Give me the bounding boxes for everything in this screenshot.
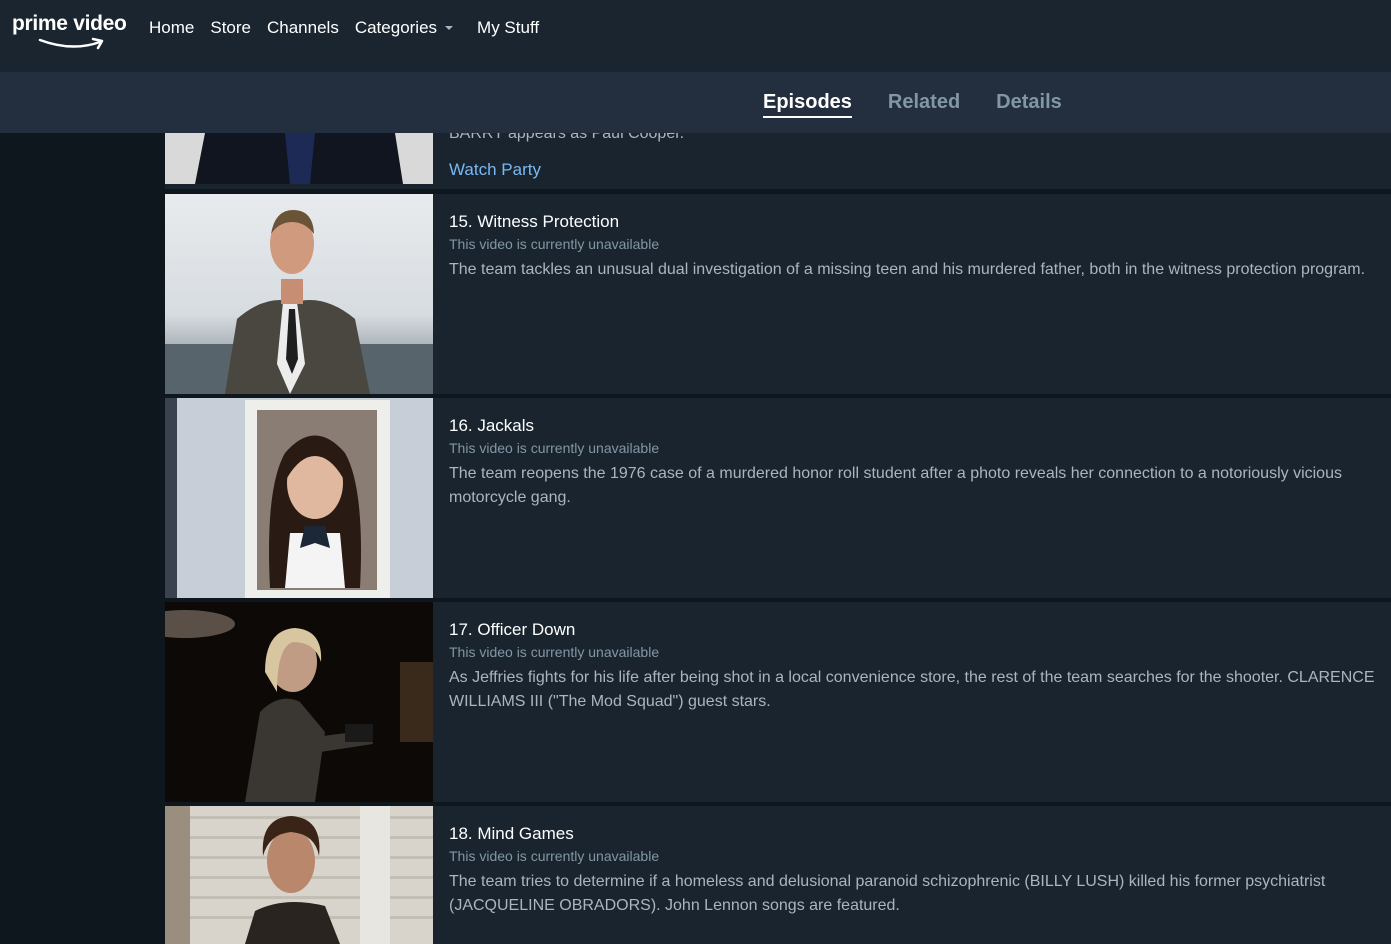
episode-row: 15. Witness Protection This video is cur… [165,194,1391,394]
episode-thumbnail[interactable] [165,194,433,394]
episode-description: The team tackles an unusual dual investi… [449,261,1366,278]
nav-home[interactable]: Home [149,18,194,38]
tab-related[interactable]: Related [888,91,960,118]
nav-store[interactable]: Store [210,18,251,38]
smile-arrow-icon [38,37,104,50]
nav-my-stuff[interactable]: My Stuff [477,18,539,38]
episode-description: The team tries to determine if a homeles… [449,873,1326,914]
episode-list: 15. Witness Protection This video is cur… [165,0,1391,944]
chevron-down-icon [445,26,454,30]
detail-tabs-bar: Episodes Related Details [0,72,1391,133]
episode-status: This video is currently unavailable [449,644,660,660]
nav-categories-label: Categories [354,18,438,37]
tab-details[interactable]: Details [996,91,1062,118]
detail-tabs: Episodes Related Details [763,91,1098,118]
tab-episodes[interactable]: Episodes [763,91,852,118]
episode-status: This video is currently unavailable [449,440,660,456]
episode-status: This video is currently unavailable [449,848,660,864]
episode-title[interactable]: 15. Witness Protection [449,212,619,232]
top-navigation: prime video Home Store Channels Categori… [0,0,1391,72]
nav-links: Home Store Channels Categories My Stuff [149,18,555,38]
episode-title[interactable]: 17. Officer Down [449,620,575,640]
episode-description: The team reopens the 1976 case of a murd… [449,465,1342,506]
nav-channels[interactable]: Channels [267,18,339,38]
episode-row: 17. Officer Down This video is currently… [165,602,1391,802]
episode-thumbnail[interactable] [165,398,433,598]
episode-thumbnail[interactable] [165,602,433,802]
prime-video-logo[interactable]: prime video [12,12,130,52]
episode-status: This video is currently unavailable [449,236,660,252]
episode-thumbnail[interactable] [165,806,433,944]
episode-row: 18. Mind Games This video is currently u… [165,806,1391,944]
episode-row: 16. Jackals This video is currently unav… [165,398,1391,598]
nav-categories[interactable]: Categories [354,18,454,38]
episode-title[interactable]: 16. Jackals [449,416,534,436]
episode-description: As Jeffries fights for his life after be… [449,669,1375,710]
episode-title[interactable]: 18. Mind Games [449,824,574,844]
logo-text: prime video [12,12,127,35]
